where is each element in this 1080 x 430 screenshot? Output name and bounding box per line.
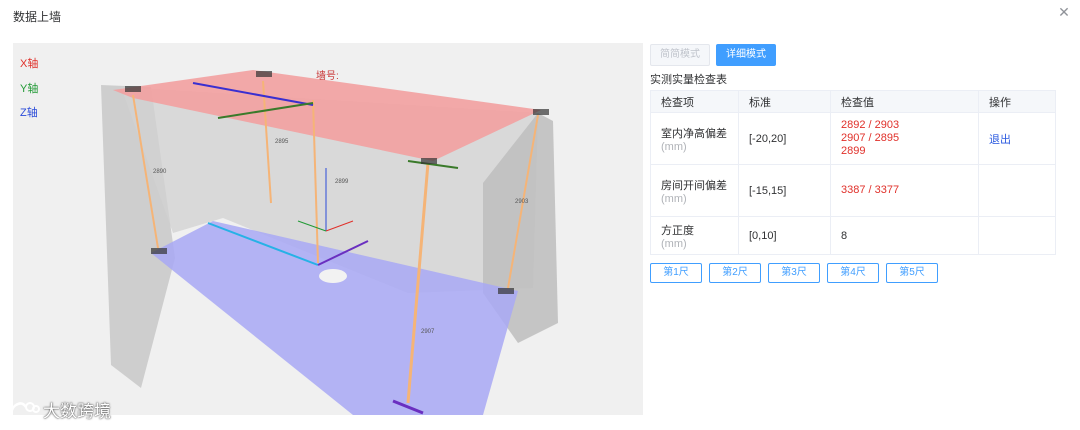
measure-value-label: 2907 xyxy=(421,329,435,335)
item-name: 房间开间偏差 xyxy=(661,179,727,192)
ruler-2-button[interactable]: 第2尺 xyxy=(709,263,761,283)
floor-hole xyxy=(319,269,347,283)
point-cloud-scene: 2890 2895 2899 2907 2903 xyxy=(101,70,558,415)
item-name: 室内净高偏差 xyxy=(661,127,727,140)
close-icon[interactable]: ✕ xyxy=(1056,4,1072,20)
item-cell: 室内净高偏差 (mm) xyxy=(650,112,739,165)
value-cell: 8 xyxy=(830,216,979,255)
header-value: 检查值 xyxy=(830,90,979,113)
value-cell: 3387 / 3377 xyxy=(830,164,979,217)
header-item: 检查项 xyxy=(650,90,739,113)
y-axis-label: Y轴 xyxy=(20,83,39,95)
value-text: 3387 / 3377 xyxy=(841,184,900,196)
ruler-4-button[interactable]: 第4尺 xyxy=(827,263,879,283)
measure-value-label: 2895 xyxy=(275,139,289,145)
mode-switch: 简简模式 详细模式 xyxy=(650,44,1055,66)
3d-viewer[interactable]: 2890 2895 2899 2907 2903 X轴 Y轴 Z轴 墙号: xyxy=(13,43,643,415)
z-axis-label: Z轴 xyxy=(20,107,38,119)
item-name: 方正度 xyxy=(661,224,694,237)
table-row: 房间开间偏差 (mm) [-15,15] 3387 / 3377 xyxy=(650,164,1056,217)
wall-number-label: 墙号: xyxy=(316,71,339,82)
table-title: 实测实量检查表 xyxy=(650,74,727,86)
ruler-1-button[interactable]: 第1尺 xyxy=(650,263,702,283)
action-cell xyxy=(978,216,1056,255)
header-standard: 标准 xyxy=(738,90,831,113)
corner-marker xyxy=(151,248,167,254)
item-cell: 方正度 (mm) xyxy=(650,216,739,255)
dialog-title: 数据上墙 xyxy=(13,10,62,24)
x-axis-label: X轴 xyxy=(20,58,39,70)
ruler-buttons: 第1尺 第2尺 第3尺 第4尺 第5尺 xyxy=(650,263,1055,283)
table-row: 室内净高偏差 (mm) [-20,20] 2892 / 2903 2907 / … xyxy=(650,112,1056,165)
standard-cell: [-15,15] xyxy=(738,164,831,217)
corner-marker xyxy=(498,288,514,294)
detail-mode-button[interactable]: 详细模式 xyxy=(716,44,776,66)
simple-mode-button[interactable]: 简简模式 xyxy=(650,44,710,66)
header-action: 操作 xyxy=(978,90,1056,113)
value-cell: 2892 / 2903 2907 / 2895 2899 xyxy=(830,112,979,165)
watermark: 大数跨境 xyxy=(8,397,111,422)
corner-marker xyxy=(533,109,549,115)
standard-cell: [0,10] xyxy=(738,216,831,255)
exit-link[interactable]: 退出 xyxy=(989,134,1011,146)
action-cell: 退出 xyxy=(978,112,1056,165)
ruler-5-button[interactable]: 第5尺 xyxy=(886,263,938,283)
item-cell: 房间开间偏差 (mm) xyxy=(650,164,739,217)
action-cell xyxy=(978,164,1056,217)
measure-value-label: 2899 xyxy=(335,179,349,185)
value-text: 2899 xyxy=(841,145,866,157)
corner-marker xyxy=(256,71,272,77)
table-row: 方正度 (mm) [0,10] 8 xyxy=(650,216,1056,255)
watermark-text: 大数跨境 xyxy=(43,402,111,421)
standard-cell: [-20,20] xyxy=(738,112,831,165)
table-header-row: 检查项 标准 检查值 操作 xyxy=(650,90,1056,113)
measure-value-label: 2890 xyxy=(153,169,167,175)
measure-value-label: 2903 xyxy=(515,199,529,205)
value-text: 2892 / 2903 xyxy=(841,119,900,131)
item-unit: (mm) xyxy=(661,192,687,205)
corner-marker xyxy=(421,158,437,164)
check-table: 检查项 标准 检查值 操作 室内净高偏差 (mm) [-20,20] 2892 … xyxy=(650,90,1056,255)
check-panel: 简简模式 详细模式 实测实量检查表 检查项 标准 检查值 操作 室内净高偏差 (… xyxy=(650,44,1056,283)
item-unit: (mm) xyxy=(661,140,687,153)
ruler-3-button[interactable]: 第3尺 xyxy=(768,263,820,283)
watermark-logo-icon xyxy=(10,401,40,417)
item-unit: (mm) xyxy=(661,237,687,250)
corner-marker xyxy=(125,86,141,92)
value-text: 2907 / 2895 xyxy=(841,132,900,144)
